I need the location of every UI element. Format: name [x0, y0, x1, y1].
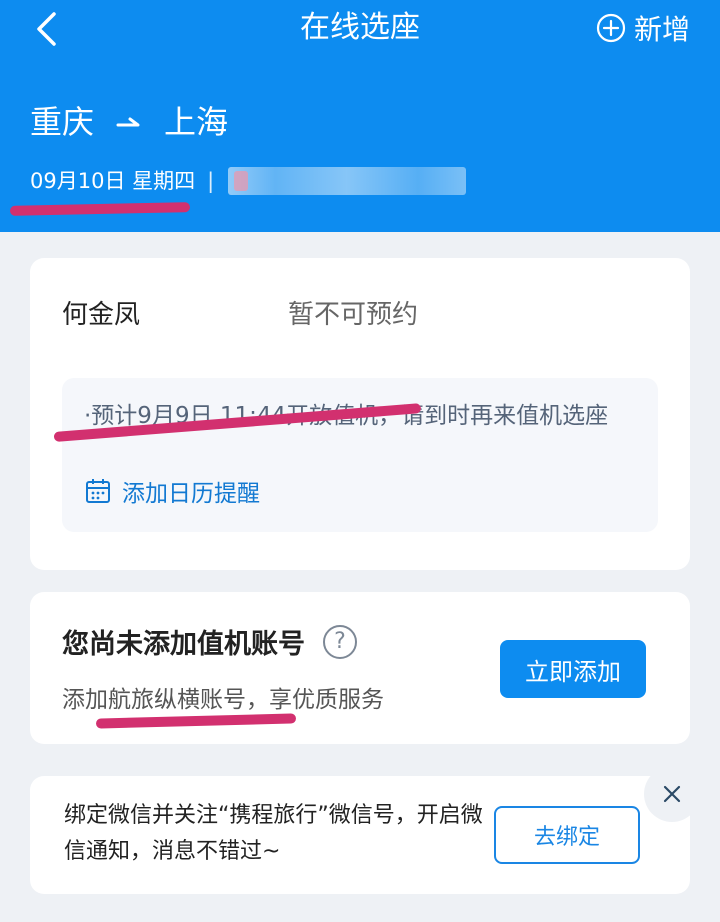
add-button[interactable]: 新增 [596, 8, 690, 48]
add-account-button[interactable]: 立即添加 [500, 640, 646, 698]
info-separator: | [207, 169, 215, 193]
flight-date: 09月10日 星期四 [30, 169, 196, 193]
checkin-notice: ·预计9月9日 11:44开放值机，请到时再来值机选座 添加日历提醒 [62, 378, 658, 532]
wechat-text: 绑定微信并关注“携程旅行”微信号，开启微信通知，消息不错过~ [64, 803, 483, 864]
checkin-status: 暂不可预约 [288, 300, 419, 330]
route-to: 上海 [164, 103, 229, 141]
account-title: 您尚未添加值机账号 ? [62, 622, 357, 661]
add-calendar-reminder[interactable]: 添加日历提醒 [84, 474, 260, 508]
help-icon[interactable]: ? [323, 624, 357, 659]
close-button[interactable] [644, 766, 700, 822]
account-subtitle: 添加航旅纵横账号，享优质服务 [62, 687, 384, 713]
route-from: 重庆 [30, 103, 95, 141]
flight-info: 09月10日 星期四 | [30, 166, 467, 196]
header-bar: 在线选座 新增 重庆 上海 09月10日 星期四 | [0, 0, 720, 232]
calendar-link-label: 添加日历提醒 [122, 481, 260, 507]
bind-wechat-button[interactable]: 去绑定 [494, 806, 640, 864]
wechat-card: 绑定微信并关注“携程旅行”微信号，开启微信通知，消息不错过~ 去绑定 [30, 776, 690, 894]
add-label: 新增 [633, 13, 690, 46]
route-arrow-icon [116, 115, 142, 129]
plus-circle-icon [596, 13, 626, 43]
close-icon [663, 785, 681, 803]
passenger-name: 何金凤 [62, 300, 141, 330]
account-title-text: 您尚未添加值机账号 [62, 629, 305, 660]
calendar-icon [86, 479, 110, 503]
route: 重庆 上海 [30, 100, 228, 144]
blurred-flight-details [228, 167, 467, 195]
